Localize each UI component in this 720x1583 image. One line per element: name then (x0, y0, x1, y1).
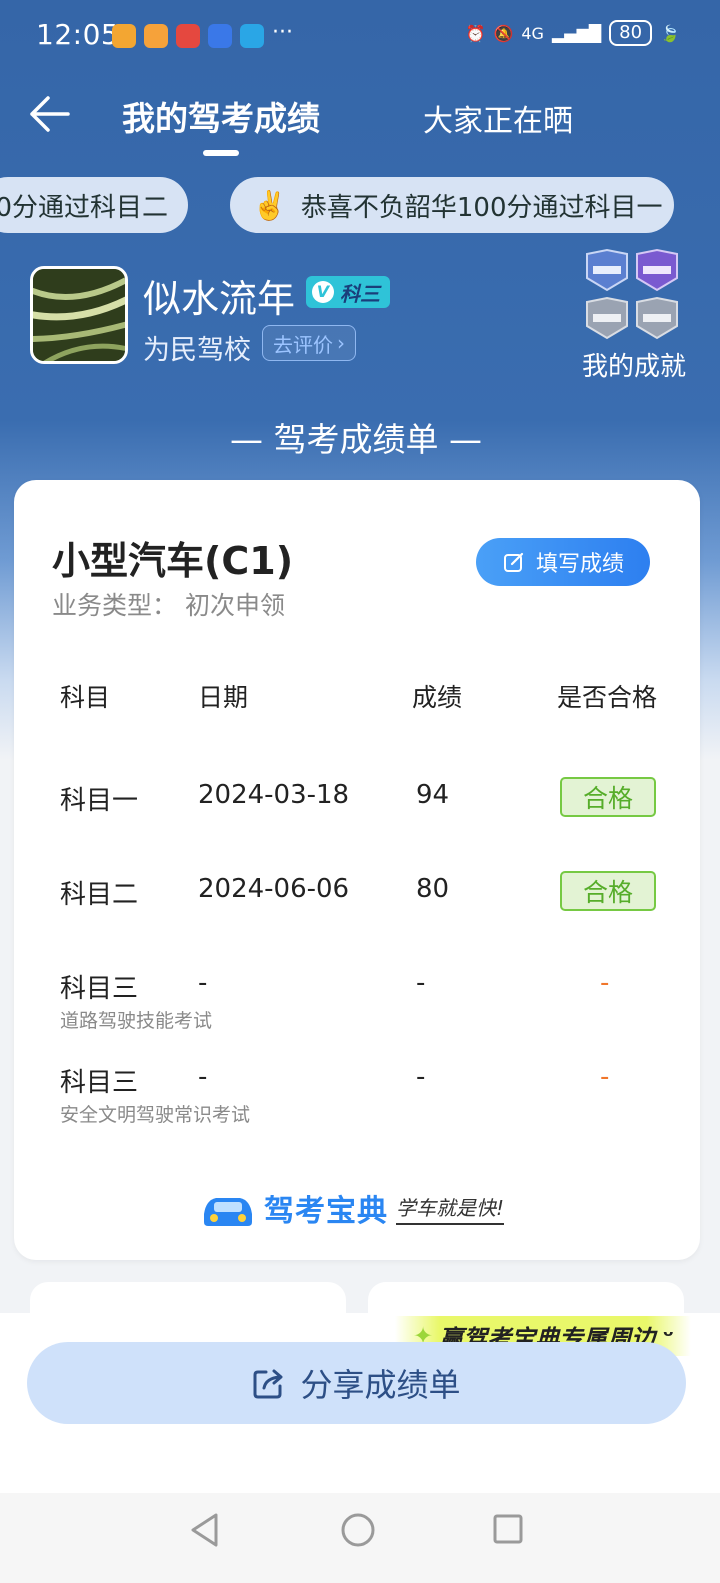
download-notification-icon (208, 24, 232, 48)
browser-notification-icon (240, 24, 264, 48)
row-date: - (198, 1062, 208, 1092)
weibo-notification-icon (112, 24, 136, 48)
tab-my-scores[interactable]: 我的驾考成绩 (122, 92, 320, 140)
ticker-pill: 0分通过科目二 (0, 177, 188, 233)
victory-hand-icon: ✌️ (252, 188, 287, 222)
row-result: - (600, 1062, 610, 1092)
achievements-label[interactable]: 我的成就 (582, 346, 686, 383)
pass-badge: 合格 (560, 777, 656, 817)
medal-icon (636, 248, 678, 292)
row-subject: 科目三 (60, 1068, 139, 1098)
ticker-pill: ✌️ 恭喜不负韶华100分通过科目一 (230, 177, 674, 233)
medal-icon (636, 296, 678, 340)
status-time: 12:05 (36, 18, 120, 51)
battery-indicator: 80 (609, 20, 653, 46)
section-title: — 驾考成绩单 — (230, 420, 482, 459)
row-subject: 科目一 (60, 786, 139, 816)
rate-school-button[interactable]: 去评价 › (262, 325, 356, 361)
ticker-text: 0分通过科目二 (0, 192, 168, 223)
signal-icon: ▂▄▆█ (551, 23, 602, 43)
row-score: - (416, 1062, 426, 1092)
verified-v-icon: V (312, 281, 334, 303)
subject-badge: V 科三 (306, 276, 390, 308)
row-subject: 科目三 (60, 974, 139, 1004)
tab-everyone-sharing[interactable]: 大家正在晒 (423, 96, 573, 140)
status-bar: 12:05 ··· ⏰ 🔕 4G ▂▄▆█ 80 🍃 (0, 0, 720, 70)
alarm-icon: ⏰ (465, 23, 486, 43)
row-subject: 科目二 (60, 880, 139, 910)
brand-slogan: 学车就是快! (396, 1192, 505, 1225)
fill-score-label: 填写成绩 (535, 552, 624, 577)
status-icons: ⏰ 🔕 4G ▂▄▆█ 80 🍃 (466, 20, 680, 46)
header-pass: 是否合格 (557, 683, 658, 712)
car-logo-icon (204, 1198, 252, 1226)
nav-back-icon[interactable] (188, 1512, 222, 1548)
more-notifications-icon: ··· (272, 20, 293, 45)
medal-icon (586, 296, 628, 340)
row-subtitle: 道路驾驶技能考试 (60, 1010, 213, 1032)
badge-label: 科三 (340, 281, 380, 306)
share-label: 分享成绩单 (300, 1366, 461, 1404)
tab-active-indicator (203, 150, 239, 156)
mute-icon: 🔕 (493, 23, 514, 43)
header-score: 成绩 (412, 683, 463, 712)
chevron-right-icon: › (337, 331, 345, 355)
row-score: 94 (416, 780, 450, 810)
row-score: - (416, 968, 426, 998)
business-type: 业务类型： 初次申领 (52, 591, 285, 620)
rate-label: 去评价 (273, 332, 333, 357)
avatar[interactable] (30, 266, 128, 364)
driving-school: 为民驾校 (143, 335, 251, 366)
header-date: 日期 (198, 683, 249, 712)
brand-name: 驾考宝典 (264, 1194, 388, 1229)
license-type: 小型汽车(C1) (52, 539, 294, 583)
listen-notification-icon (176, 24, 200, 48)
share-scores-button[interactable]: 分享成绩单 (27, 1342, 686, 1424)
ticker-text: 恭喜不负韶华100分通过科目一 (300, 192, 663, 223)
pass-badge: 合格 (560, 871, 656, 911)
leaf-icon: 🍃 (660, 23, 680, 43)
row-date: - (198, 968, 208, 998)
row-date: 2024-06-06 (198, 874, 350, 904)
nav-recents-icon[interactable] (492, 1513, 524, 1545)
username: 似水流年 (143, 277, 296, 321)
row-score: 80 (416, 874, 450, 904)
edit-icon (503, 552, 524, 572)
network-label: 4G (521, 23, 544, 43)
app-notification-icon (144, 24, 168, 48)
row-result: - (600, 968, 610, 998)
share-icon (253, 1369, 283, 1399)
system-nav-bar (0, 1493, 720, 1583)
header-subject: 科目 (60, 683, 111, 712)
brand-logo: 驾考宝典 学车就是快! (200, 1186, 505, 1230)
row-date: 2024-03-18 (198, 780, 350, 810)
row-subtitle: 安全文明驾驶常识考试 (60, 1104, 251, 1126)
back-arrow-icon[interactable] (28, 94, 72, 134)
achievement-medals[interactable] (585, 248, 685, 344)
nav-home-icon[interactable] (340, 1512, 376, 1548)
fill-score-button[interactable]: 填写成绩 (476, 538, 650, 586)
medal-icon (586, 248, 628, 292)
